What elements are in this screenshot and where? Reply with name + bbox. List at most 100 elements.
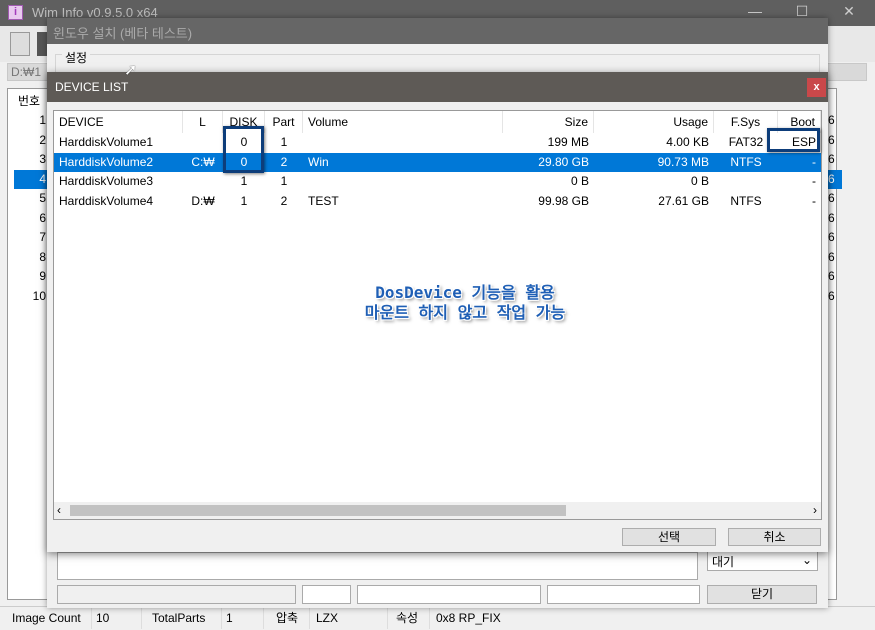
compression-value: LZX [312, 607, 388, 629]
annotation-line-1: DosDevice 기능을 활용 [375, 283, 555, 302]
total-parts-label: TotalParts [148, 607, 222, 629]
progress-field [57, 585, 296, 604]
log-textarea[interactable] [57, 552, 698, 580]
device-cell [303, 133, 503, 152]
device-cell: 4.00 KB [666, 135, 709, 149]
device-list-title: DEVICE LIST [47, 72, 828, 102]
image-row-number[interactable]: 4 [14, 169, 48, 189]
device-row[interactable]: HarddiskVolume1 0 1 199 MB 4.00 KB FAT32 ESP [54, 133, 821, 152]
image-row-value[interactable]: 6 [828, 209, 842, 228]
device-cell: NTFS [730, 154, 762, 169]
image-row-number[interactable]: 6 [14, 209, 48, 228]
device-cell: 27.61 GB [658, 193, 709, 208]
device-cell: 90.73 MB [657, 154, 709, 169]
image-row-number[interactable]: 7 [14, 228, 48, 247]
image-row-value[interactable]: 6 [828, 169, 842, 189]
column-header-device[interactable]: DEVICE [54, 111, 183, 133]
column-header-part[interactable]: Part [265, 111, 303, 133]
column-header-usage[interactable]: Usage [594, 111, 714, 133]
device-cell: C:₩ [191, 154, 215, 169]
image-count-label: Image Count [8, 607, 92, 629]
scroll-right-icon[interactable]: › [813, 503, 817, 517]
device-cell: 1 [240, 174, 248, 188]
app-info-icon: i [8, 5, 23, 20]
device-cell: 2 [280, 193, 288, 208]
device-row[interactable]: HarddiskVolume3 1 1 0 B 0 B - [54, 172, 821, 191]
image-row-number[interactable]: 9 [14, 267, 48, 286]
column-header-l[interactable]: L [183, 111, 223, 133]
device-cell: 99.98 GB [538, 193, 589, 208]
device-cell: 2 [280, 154, 288, 169]
device-cell [183, 133, 223, 152]
upload-icon[interactable] [10, 32, 30, 56]
device-cell [183, 172, 223, 191]
device-cell: D:₩ [191, 193, 215, 208]
device-cell: 0 B [570, 174, 589, 188]
annotation-text: DosDevice 기능을 활용 마운트 하지 않고 작업 가능 [300, 283, 630, 323]
disk-highlight-box [223, 126, 264, 173]
device-cell: 29.80 GB [538, 154, 589, 169]
column-header-size[interactable]: Size [503, 111, 594, 133]
attr-value: 0x8 RP_FIX [436, 611, 501, 625]
compression-label: 압축 [272, 607, 310, 629]
device-cell: 199 MB [547, 135, 589, 149]
device-cell: 1 [280, 174, 288, 188]
boot-highlight-box [767, 128, 820, 152]
info-field-2 [357, 585, 541, 604]
device-list-close-button[interactable]: x [807, 78, 826, 97]
image-row-value[interactable]: 6 [828, 150, 842, 169]
device-cell: HarddiskVolume2 [59, 154, 154, 169]
info-field-1 [302, 585, 351, 604]
chevron-down-icon: ⌄ [801, 553, 812, 567]
status-bar: Image Count 10 TotalParts 1 압축 LZX 속성 0x… [0, 606, 875, 630]
scroll-left-icon[interactable]: ‹ [57, 503, 61, 517]
state-combo-value: 대기 [712, 555, 735, 569]
image-row-number[interactable]: 8 [14, 248, 48, 267]
image-count-value: 10 [92, 607, 142, 629]
device-row[interactable]: HarddiskVolume2 C:₩ 0 2 Win 29.80 GB 90.73 MB N… [54, 152, 821, 172]
close-button[interactable]: 닫기 [707, 585, 817, 604]
scrollbar-thumb[interactable] [70, 505, 566, 516]
device-cell: Win [308, 154, 329, 169]
state-combo[interactable]: 대기 ⌄ [707, 551, 818, 571]
image-row-value[interactable]: 6 [828, 189, 842, 208]
image-row-value[interactable]: 6 [828, 131, 842, 150]
device-cell: NTFS [730, 193, 762, 208]
device-cell: HarddiskVolume4 [59, 193, 154, 208]
select-button[interactable]: 선택 [622, 528, 716, 546]
horizontal-scrollbar[interactable]: ‹ › [54, 502, 821, 519]
image-row-value[interactable]: 6 [828, 111, 842, 130]
device-cell: 0 B [690, 174, 709, 188]
cancel-button[interactable]: 취소 [728, 528, 821, 546]
image-row-value[interactable]: 6 [828, 267, 842, 286]
close-window-button[interactable]: ✕ [834, 3, 864, 23]
column-header-volume[interactable]: Volume [303, 111, 503, 133]
image-row-value[interactable]: 6 [828, 228, 842, 247]
install-dialog-title: 윈도우 설치 (베타 테스트) [47, 18, 828, 44]
image-row-number[interactable]: 1 [14, 111, 48, 130]
device-cell: - [812, 193, 816, 208]
device-cell: - [812, 174, 816, 188]
image-row-value[interactable]: 6 [828, 287, 842, 306]
image-row-number[interactable]: 2 [14, 131, 48, 150]
settings-group-label: 설정 [62, 49, 91, 66]
device-cell [714, 172, 778, 191]
attr-label: 속성 [392, 607, 430, 629]
annotation-line-2: 마운트 하지 않고 작업 가능 [364, 303, 566, 322]
image-row-number[interactable]: 10 [14, 287, 48, 306]
device-cell: 1 [240, 193, 248, 208]
device-cell: 1 [280, 135, 288, 149]
device-cell: HarddiskVolume1 [59, 135, 154, 149]
device-cell [303, 172, 503, 191]
device-cell: TEST [308, 193, 339, 208]
device-cell: - [812, 154, 816, 169]
image-row-number[interactable]: 3 [14, 150, 48, 169]
column-header-number[interactable]: 번호 [18, 91, 40, 111]
device-cell: HarddiskVolume3 [59, 174, 154, 188]
image-row-value[interactable]: 6 [828, 248, 842, 267]
info-field-3 [547, 585, 700, 604]
image-row-number[interactable]: 5 [14, 189, 48, 208]
mouse-cursor-icon: ➚ [124, 62, 138, 79]
total-parts-value: 1 [222, 607, 264, 629]
device-row[interactable]: HarddiskVolume4 D:₩ 1 2 TEST 99.98 GB 27.61 GB… [54, 192, 821, 211]
